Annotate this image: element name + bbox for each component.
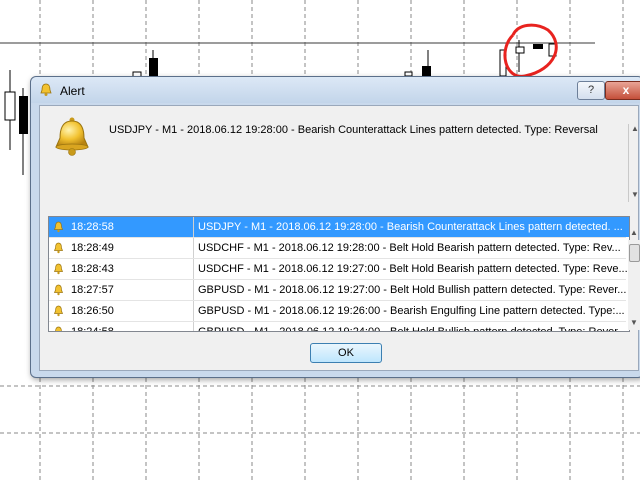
- alert-text: GBPUSD - M1 - 2018.06.12 19:26:00 - Bear…: [193, 301, 629, 321]
- alert-text: USDJPY - M1 - 2018.06.12 19:28:00 - Bear…: [193, 217, 629, 237]
- list-item[interactable]: 18:24:58 GBPUSD - M1 - 2018.06.12 19:24:…: [49, 322, 626, 332]
- alert-text: USDCHF - M1 - 2018.06.12 19:27:00 - Belt…: [193, 259, 629, 279]
- bell-icon: [40, 83, 52, 96]
- title-bar[interactable]: Alert ? x: [31, 77, 640, 103]
- close-button[interactable]: x: [605, 81, 640, 100]
- alert-text: GBPUSD - M1 - 2018.06.12 19:24:00 - Belt…: [193, 322, 629, 331]
- list-item[interactable]: 18:28:49 USDCHF - M1 - 2018.06.12 19:28:…: [49, 238, 626, 258]
- list-item[interactable]: 18:27:57 GBPUSD - M1 - 2018.06.12 19:27:…: [49, 280, 626, 300]
- dialog-body: USDJPY - M1 - 2018.06.12 19:28:00 - Bear…: [39, 105, 640, 371]
- list-scrollbar[interactable]: ▲ ▼: [628, 228, 640, 330]
- alert-time: 18:28:43: [71, 263, 114, 275]
- scrollbar-thumb[interactable]: [629, 244, 640, 262]
- alert-time: 18:28:58: [71, 221, 114, 233]
- list-item[interactable]: 18:28:58 USDJPY - M1 - 2018.06.12 19:28:…: [49, 217, 629, 237]
- ok-button[interactable]: OK: [310, 343, 382, 363]
- chevron-down-icon[interactable]: ▼: [631, 190, 639, 199]
- alert-history-list[interactable]: 18:28:58 USDJPY - M1 - 2018.06.12 19:28:…: [48, 216, 630, 332]
- alert-time: 18:27:57: [71, 284, 114, 296]
- alert-time: 18:28:49: [71, 242, 114, 254]
- bell-icon: [53, 305, 64, 317]
- message-scrollbar[interactable]: ▲ ▼: [628, 124, 639, 202]
- bell-icon: [55, 326, 62, 331]
- alert-message: USDJPY - M1 - 2018.06.12 19:28:00 - Bear…: [109, 124, 598, 136]
- bell-icon: [53, 221, 64, 233]
- bell-icon: [55, 117, 89, 156]
- alert-text: USDCHF - M1 - 2018.06.12 19:28:00 - Belt…: [193, 238, 629, 258]
- chevron-up-icon[interactable]: ▲: [630, 228, 638, 237]
- help-button[interactable]: ?: [577, 81, 605, 100]
- alert-time: 18:26:50: [71, 305, 114, 317]
- alert-dialog: Alert ? x USDJPY - M1 - 2018.06.12 19:28…: [30, 76, 640, 378]
- dialog-title: Alert: [60, 84, 85, 98]
- bell-icon: [53, 284, 64, 296]
- chevron-down-icon[interactable]: ▼: [630, 318, 638, 327]
- bell-icon: [53, 263, 64, 275]
- alert-time: 18:24:58: [71, 326, 114, 332]
- alert-text: GBPUSD - M1 - 2018.06.12 19:27:00 - Belt…: [193, 280, 629, 300]
- chevron-up-icon[interactable]: ▲: [631, 124, 639, 133]
- list-item[interactable]: 18:26:50 GBPUSD - M1 - 2018.06.12 19:26:…: [49, 301, 626, 321]
- list-item[interactable]: 18:28:43 USDCHF - M1 - 2018.06.12 19:27:…: [49, 259, 628, 279]
- bell-icon: [53, 242, 64, 254]
